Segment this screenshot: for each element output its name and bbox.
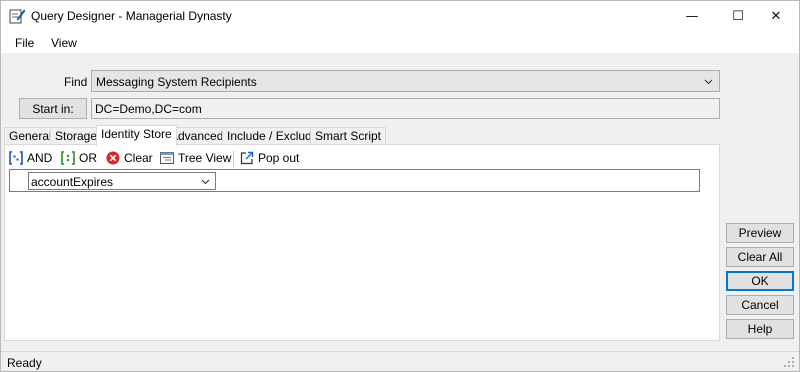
tree-view-button[interactable]: Tree View <box>159 148 231 168</box>
minimize-button[interactable]: — <box>669 1 715 31</box>
and-label: AND <box>27 151 53 165</box>
menu-bar: File View <box>1 31 799 53</box>
clear-all-button[interactable]: Clear All <box>726 247 794 267</box>
chevron-down-icon <box>201 179 210 185</box>
or-button[interactable]: OR <box>60 148 97 168</box>
pop-out-label: Pop out <box>258 151 300 165</box>
or-label: OR <box>79 151 97 165</box>
find-selected-value: Messaging System Recipients <box>96 75 257 89</box>
query-designer-app-icon <box>9 9 26 24</box>
condition-row: accountExpires <box>9 169 700 192</box>
tab-general[interactable]: General <box>4 127 57 145</box>
find-label: Find <box>64 75 88 89</box>
ok-button[interactable]: OK <box>726 271 794 291</box>
start-in-button[interactable]: Start in: <box>19 98 87 119</box>
start-in-value: DC=Demo,DC=com <box>95 102 202 116</box>
clear-label: Clear <box>124 151 153 165</box>
tab-storage[interactable]: Storage <box>50 127 103 145</box>
identity-store-panel: AND OR Clear Tree View Pop out accountEx… <box>4 144 720 341</box>
tab-smart-script[interactable]: Smart Script <box>310 127 387 145</box>
tree-view-icon <box>160 152 174 164</box>
and-button[interactable]: AND <box>8 148 52 168</box>
menu-file[interactable]: File <box>15 36 34 50</box>
tab-include-exclude[interactable]: Include / Exclude <box>222 127 324 145</box>
cancel-button[interactable]: Cancel <box>726 295 794 315</box>
window-title: Query Designer - Managerial Dynasty <box>31 9 232 23</box>
tree-view-label: Tree View <box>178 151 232 165</box>
close-button[interactable]: ✕ <box>753 1 799 31</box>
menu-view[interactable]: View <box>51 36 77 50</box>
chevron-down-icon <box>704 79 713 85</box>
help-button[interactable]: Help <box>726 319 794 339</box>
attribute-selected-value: accountExpires <box>31 175 114 189</box>
pop-out-icon <box>240 151 254 165</box>
clear-icon <box>106 151 120 165</box>
tab-identity-store[interactable]: Identity Store <box>96 125 177 146</box>
or-icon <box>61 151 75 165</box>
preview-button[interactable]: Preview <box>726 223 794 243</box>
title-bar: Query Designer - Managerial Dynasty — ☐ … <box>1 1 799 31</box>
status-bar: Ready <box>1 351 799 371</box>
status-text: Ready <box>7 356 42 370</box>
clear-button[interactable]: Clear <box>105 148 153 168</box>
toolbar-separator <box>233 151 234 167</box>
query-designer-window: Query Designer - Managerial Dynasty — ☐ … <box>0 0 800 372</box>
find-dropdown[interactable]: Messaging System Recipients <box>91 70 720 92</box>
attribute-dropdown[interactable]: accountExpires <box>28 172 216 190</box>
start-in-field[interactable]: DC=Demo,DC=com <box>91 98 720 119</box>
pop-out-button[interactable]: Pop out <box>239 148 299 168</box>
resize-grip-icon[interactable] <box>783 356 795 368</box>
and-icon <box>9 151 23 165</box>
